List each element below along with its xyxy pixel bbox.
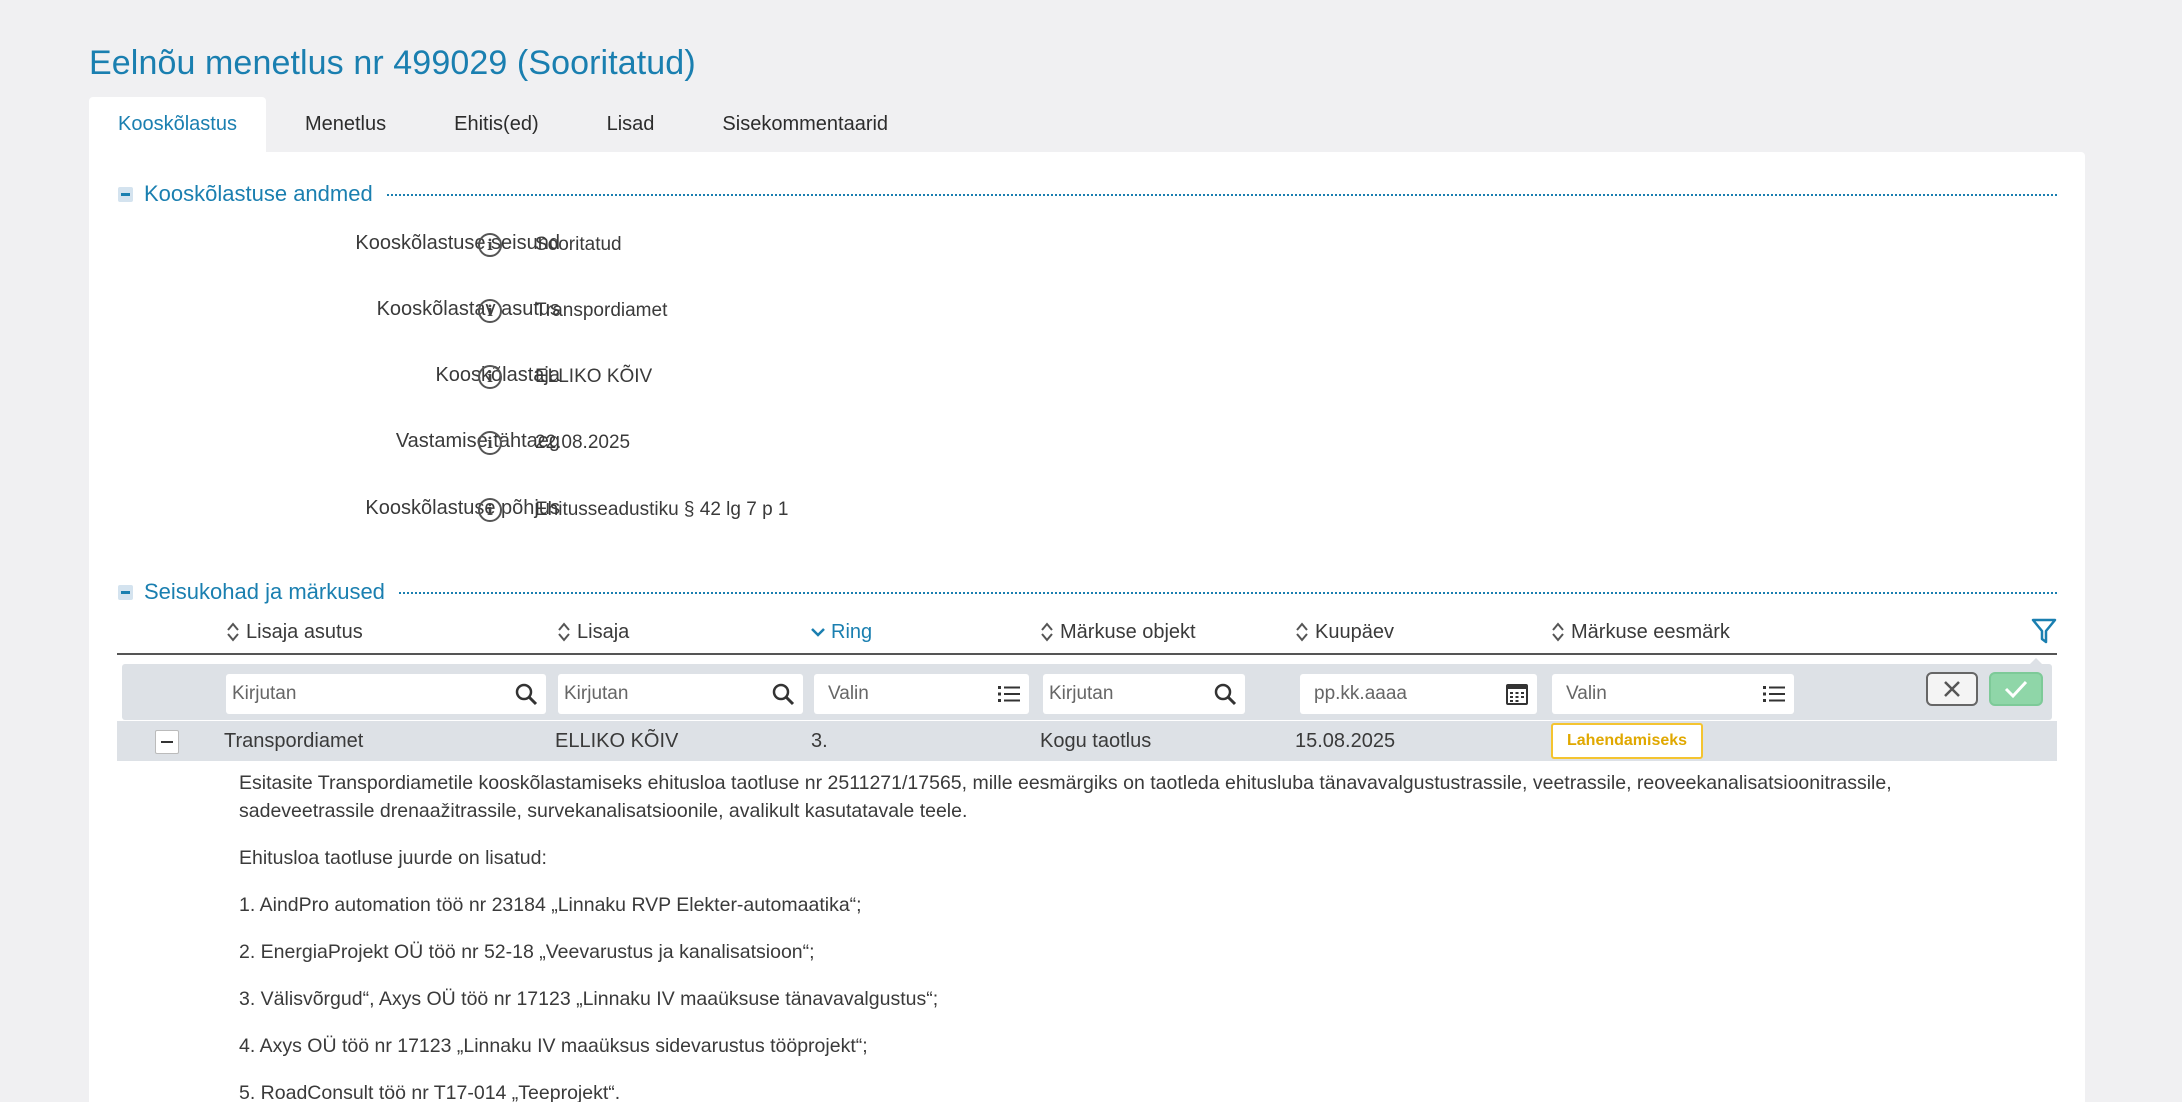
- column-label: Kuupäev: [1315, 620, 1394, 643]
- detail-paragraph: Esitasite Transpordiametile kooskõlastam…: [239, 772, 1892, 822]
- cell-lisaja-asutus: Transpordiamet: [224, 729, 364, 752]
- filter-lisaja: [558, 674, 803, 714]
- sort-icon: [1296, 622, 1308, 642]
- filter-select-markuse-eesmark[interactable]: [1566, 674, 1794, 714]
- cell-lisaja: ELLIKO KÕIV: [555, 729, 679, 752]
- calendar-icon[interactable]: [1505, 682, 1529, 706]
- cell-kuupaev: 15.08.2025: [1295, 729, 1396, 752]
- filter-input-lisaja-asutus[interactable]: [232, 674, 546, 714]
- column-lisaja[interactable]: Lisaja: [557, 617, 629, 647]
- field-value: ELLIKO KÕIV: [535, 366, 653, 387]
- filter-markuse-eesmark: [1552, 674, 1794, 714]
- tab-ehitised[interactable]: Ehitis(ed): [425, 97, 567, 152]
- table-header: Lisaja asutus Lisaja Ring Märkuse objekt…: [117, 617, 2057, 655]
- column-label: Märkuse objekt: [1060, 620, 1196, 643]
- column-label: Ring: [831, 620, 873, 643]
- filter-input-lisaja[interactable]: [564, 674, 803, 714]
- apply-filters-button[interactable]: [1989, 672, 2043, 706]
- field-label: Kooskõlastuse põhjus: [365, 497, 560, 519]
- section-header-kooskolastuse-andmed: Kooskõlastuse andmed: [118, 179, 2057, 209]
- check-icon: [2004, 680, 2028, 699]
- field-label: Kooskõlastuse seisund: [355, 232, 560, 254]
- tab-lisad[interactable]: Lisad: [578, 97, 684, 152]
- status-badge: Lahendamiseks: [1551, 723, 1704, 759]
- filter-date-kuupaev[interactable]: [1314, 674, 1537, 714]
- cell-markuse-objekt: Kogu taotlus: [1040, 729, 1152, 752]
- filter-ring: [814, 674, 1029, 714]
- field-value: 22.08.2025: [535, 432, 631, 453]
- field-value: Sooritatud: [535, 234, 622, 255]
- column-markuse-objekt[interactable]: Märkuse objekt: [1040, 617, 1196, 647]
- info-icon[interactable]: i: [478, 365, 502, 389]
- section-title: Kooskõlastuse andmed: [144, 181, 373, 206]
- filter-funnel-icon[interactable]: [2031, 617, 2057, 645]
- column-ring[interactable]: Ring: [811, 617, 872, 647]
- search-icon[interactable]: [771, 682, 795, 706]
- filter-kuupaev: [1300, 674, 1537, 714]
- cell-ring: 3.: [811, 729, 828, 752]
- sort-icon: [1041, 622, 1053, 642]
- list-icon[interactable]: [997, 682, 1021, 706]
- tab-menetlus[interactable]: Menetlus: [276, 97, 415, 152]
- detail-paragraph: 1. AindPro automation töö nr 23184 „Linn…: [239, 894, 862, 916]
- info-icon[interactable]: i: [478, 299, 502, 323]
- column-kuupaev[interactable]: Kuupäev: [1295, 617, 1394, 647]
- tab-kooskolastus[interactable]: Kooskõlastus: [89, 97, 266, 152]
- info-icon[interactable]: i: [478, 233, 502, 257]
- content-panel: Kooskõlastuse andmed Kooskõlastuse seisu…: [89, 152, 2085, 1102]
- sort-icon: [1552, 622, 1564, 642]
- detail-paragraph: 5. RoadConsult töö nr T17-014 „Teeprojek…: [239, 1082, 621, 1102]
- detail-paragraph: Ehitusloa taotluse juurde on lisatud:: [239, 847, 547, 869]
- column-lisaja-asutus[interactable]: Lisaja asutus: [226, 617, 363, 647]
- section-collapse-icon[interactable]: [118, 186, 133, 202]
- clear-filters-button[interactable]: [1926, 672, 1978, 706]
- detail-paragraph: 2. EnergiaProjekt OÜ töö nr 52-18 „Veeva…: [239, 941, 815, 963]
- section-title: Seisukohad ja märkused: [144, 579, 385, 604]
- column-markuse-eesmark[interactable]: Märkuse eesmärk: [1551, 617, 1730, 647]
- column-label: Märkuse eesmärk: [1571, 620, 1730, 643]
- field-value: Transpordiamet: [535, 300, 668, 321]
- filter-bar: [122, 664, 2052, 720]
- info-icon[interactable]: i: [478, 431, 502, 455]
- column-label: Lisaja: [577, 620, 630, 643]
- sort-icon: [558, 622, 570, 642]
- row-collapse-icon[interactable]: [155, 730, 179, 754]
- close-icon: [1944, 681, 1960, 697]
- detail-paragraph: 3. Välisvõrgud“, Axys OÜ töö nr 17123 „L…: [239, 988, 939, 1010]
- filter-markuse-objekt: [1043, 674, 1245, 714]
- sort-descending-icon: [811, 628, 825, 637]
- table-row[interactable]: Transpordiamet ELLIKO KÕIV 3. Kogu taotl…: [117, 721, 2057, 761]
- section-divider: [398, 592, 2057, 594]
- section-divider: [386, 194, 2057, 196]
- search-icon[interactable]: [514, 682, 538, 706]
- info-icon[interactable]: i: [478, 498, 502, 522]
- tab-bar: Kooskõlastus Menetlus Ehitis(ed) Lisad S…: [89, 97, 927, 152]
- list-icon[interactable]: [1762, 682, 1786, 706]
- comment-detail: Esitasite Transpordiametile kooskõlastam…: [239, 769, 1999, 1102]
- section-collapse-icon[interactable]: [118, 584, 133, 600]
- page-title: Eelnõu menetlus nr 499029 (Sooritatud): [89, 44, 696, 82]
- filter-lisaja-asutus: [226, 674, 546, 714]
- sort-icon: [227, 622, 239, 642]
- column-label: Lisaja asutus: [246, 620, 363, 643]
- tab-sisekommentaarid[interactable]: Sisekommentaarid: [693, 97, 917, 152]
- section-header-seisukohad: Seisukohad ja märkused: [118, 577, 2057, 607]
- field-value: Ehitusseadustiku § 42 lg 7 p 1: [535, 499, 789, 520]
- search-icon[interactable]: [1213, 682, 1237, 706]
- field-label: Kooskõlastav asutus: [376, 298, 560, 320]
- detail-paragraph: 4. Axys OÜ töö nr 17123 „Linnaku IV maaü…: [239, 1035, 868, 1057]
